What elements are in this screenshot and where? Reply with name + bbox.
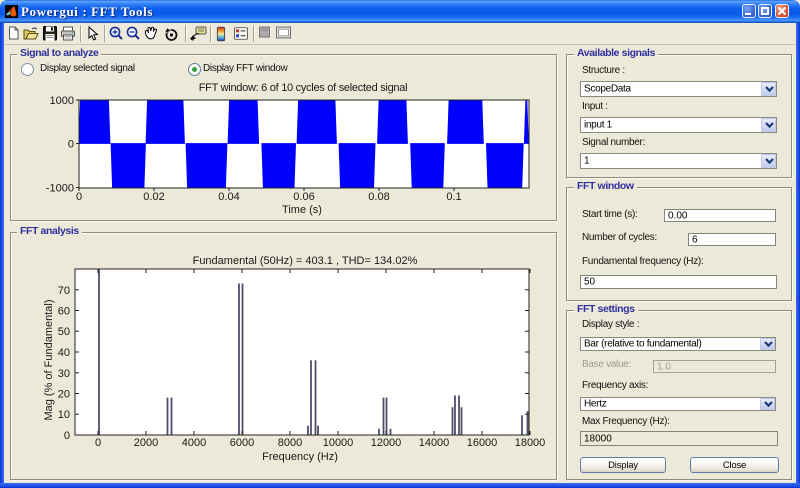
svg-text:0.02: 0.02 (143, 191, 164, 203)
svg-text:10000: 10000 (323, 437, 354, 449)
svg-text:14000: 14000 (419, 437, 450, 449)
svg-text:Time (s): Time (s) (282, 204, 322, 216)
svg-text:Frequency (Hz): Frequency (Hz) (262, 451, 338, 463)
svg-text:2000: 2000 (134, 437, 158, 449)
svg-text:10: 10 (58, 409, 70, 421)
svg-text:0.04: 0.04 (218, 191, 239, 203)
svg-text:70: 70 (58, 285, 70, 297)
svg-text:1000: 1000 (50, 95, 74, 107)
svg-text:0: 0 (76, 191, 82, 203)
svg-text:18000: 18000 (515, 437, 546, 449)
svg-text:Mag (% of Fundamental): Mag (% of Fundamental) (43, 299, 55, 420)
svg-text:FFT window: 6 of 10 cycles of: FFT window: 6 of 10 cycles of selected s… (199, 82, 408, 94)
svg-text:0: 0 (64, 430, 70, 442)
svg-text:40: 40 (58, 347, 70, 359)
svg-text:6000: 6000 (230, 437, 254, 449)
svg-text:Fundamental (50Hz) = 403.1 , T: Fundamental (50Hz) = 403.1 , THD= 134.02… (193, 255, 418, 267)
svg-text:0.08: 0.08 (368, 191, 389, 203)
svg-text:0: 0 (95, 437, 101, 449)
svg-text:0: 0 (68, 139, 74, 151)
svg-text:0.1: 0.1 (446, 191, 461, 203)
svg-text:20: 20 (58, 389, 70, 401)
svg-text:50: 50 (58, 326, 70, 338)
svg-text:4000: 4000 (182, 437, 206, 449)
svg-text:0.06: 0.06 (293, 191, 314, 203)
svg-text:12000: 12000 (371, 437, 402, 449)
svg-text:-1000: -1000 (46, 183, 74, 195)
svg-text:16000: 16000 (467, 437, 498, 449)
svg-text:30: 30 (58, 368, 70, 380)
svg-text:8000: 8000 (278, 437, 302, 449)
svg-text:60: 60 (58, 306, 70, 318)
